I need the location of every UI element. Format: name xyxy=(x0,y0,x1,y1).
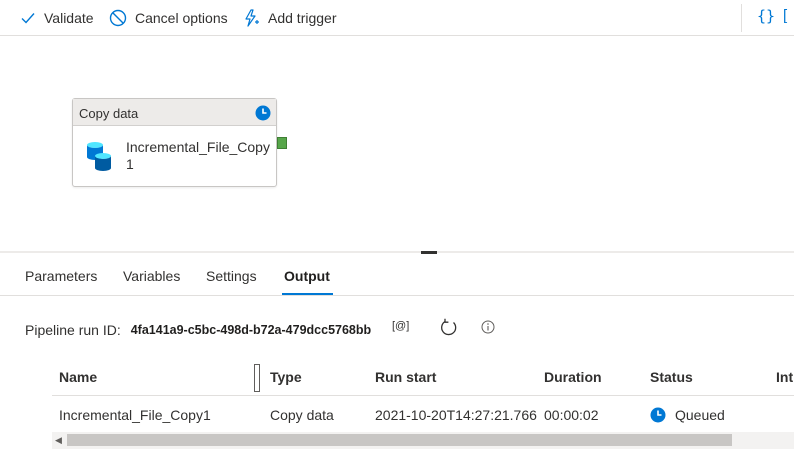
tab-output[interactable]: Output xyxy=(284,268,330,284)
activity-type-label: Copy data xyxy=(79,106,139,121)
copy-run-id-button[interactable]: [@] xyxy=(392,320,409,332)
active-tab-indicator xyxy=(282,293,333,295)
refresh-icon[interactable] xyxy=(439,318,459,338)
tab-parameters[interactable]: Parameters xyxy=(25,268,97,284)
pipeline-canvas[interactable]: Copy data Incremental_File_Copy1 xyxy=(0,37,794,251)
column-header-type[interactable]: Type xyxy=(270,369,302,385)
column-header-name[interactable]: Name xyxy=(59,369,97,385)
table-header: Name Type Run start Duration Status Int xyxy=(52,356,794,396)
clock-icon xyxy=(650,407,666,423)
column-header-run-start[interactable]: Run start xyxy=(375,369,436,385)
scroll-left-arrow-icon[interactable]: ◀ xyxy=(55,435,62,446)
column-resize-handle[interactable] xyxy=(254,364,260,392)
row-duration: 00:00:02 xyxy=(544,407,599,423)
scrollbar-thumb[interactable] xyxy=(67,434,732,446)
tab-variables[interactable]: Variables xyxy=(123,268,180,284)
cancel-options-label: Cancel options xyxy=(135,10,228,26)
properties-button[interactable]: [ xyxy=(783,7,787,24)
row-name[interactable]: Incremental_File_Copy1 xyxy=(59,407,211,423)
tab-settings[interactable]: Settings xyxy=(206,268,257,284)
activity-output-port[interactable] xyxy=(277,137,287,149)
clock-icon xyxy=(255,105,271,121)
column-header-duration[interactable]: Duration xyxy=(544,369,602,385)
table-row[interactable]: Incremental_File_Copy1 Copy data 2021-10… xyxy=(52,397,794,431)
cancel-icon xyxy=(109,9,127,27)
run-id-value: 4fa141a9-c5bc-498d-b72a-479dcc5768bb xyxy=(130,323,372,337)
add-trigger-label: Add trigger xyxy=(268,10,337,26)
column-header-integration-runtime[interactable]: Int xyxy=(776,369,793,385)
info-icon[interactable] xyxy=(481,320,495,334)
cancel-options-button[interactable]: Cancel options xyxy=(109,6,228,30)
toolbar-divider xyxy=(741,4,742,32)
properties-tabs: Parameters Variables Settings Output xyxy=(0,256,794,296)
row-type: Copy data xyxy=(270,407,334,423)
row-run-start: 2021-10-20T14:27:21.766 xyxy=(375,407,537,423)
row-status: Queued xyxy=(650,407,725,423)
horizontal-scrollbar[interactable]: ◀ xyxy=(52,432,794,449)
database-icon xyxy=(87,142,111,171)
activity-body: Incremental_File_Copy1 xyxy=(73,126,276,186)
code-view-button[interactable]: {} xyxy=(757,7,775,25)
activity-name: Incremental_File_Copy1 xyxy=(126,139,270,172)
lightning-icon xyxy=(245,9,259,27)
copy-data-activity[interactable]: Copy data Incremental_File_Copy1 xyxy=(72,98,277,187)
run-id-label: Pipeline run ID: xyxy=(25,322,121,338)
column-header-status[interactable]: Status xyxy=(650,369,693,385)
validate-button[interactable]: Validate xyxy=(20,6,94,30)
validate-label: Validate xyxy=(44,10,94,26)
pipeline-run-id: Pipeline run ID: 4fa141a9-c5bc-498d-b72a… xyxy=(25,320,371,340)
status-label: Queued xyxy=(675,407,725,423)
splitter-handle[interactable] xyxy=(421,251,437,254)
checkmark-icon xyxy=(21,13,35,24)
add-trigger-button[interactable]: Add trigger xyxy=(243,6,336,30)
toolbar: Validate Cancel options Add trigger {} [ xyxy=(0,0,794,36)
pane-splitter[interactable] xyxy=(0,251,794,253)
activity-header: Copy data xyxy=(73,99,276,126)
